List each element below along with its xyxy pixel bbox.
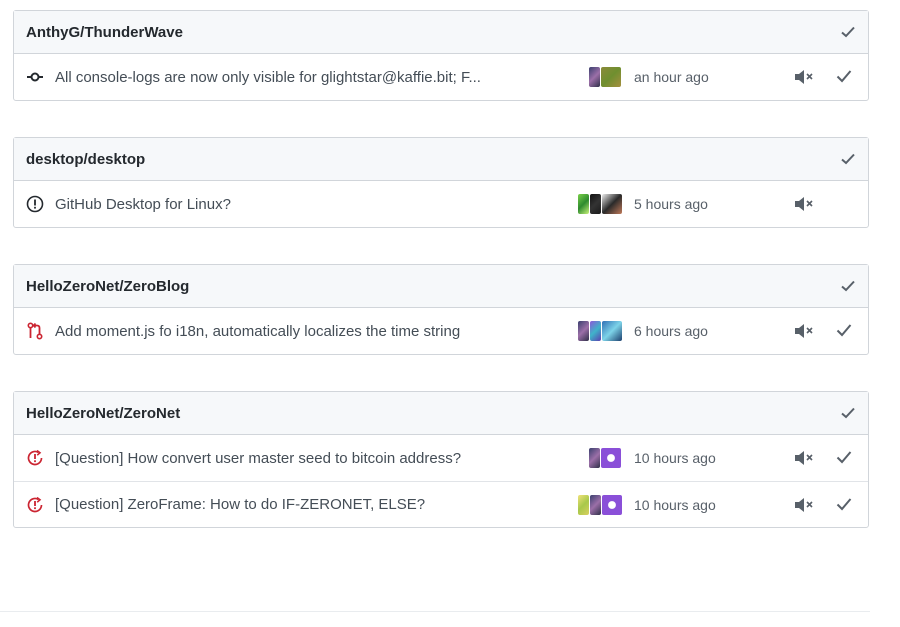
avatar[interactable]	[602, 194, 622, 214]
repo-group-thunderwave: AnthyG/ThunderWave All console-logs are …	[13, 10, 869, 101]
notification-row[interactable]: [Question] How convert user master seed …	[14, 435, 868, 481]
mark-all-read-check-icon[interactable]	[840, 24, 856, 40]
avatar[interactable]	[589, 448, 600, 468]
avatar[interactable]	[578, 194, 589, 214]
avatar[interactable]	[602, 494, 622, 515]
notification-title[interactable]: [Question] How convert user master seed …	[55, 450, 461, 467]
avatar[interactable]	[601, 67, 621, 87]
mark-done-check-icon[interactable]	[836, 497, 852, 513]
repo-name[interactable]: desktop/desktop	[26, 151, 840, 168]
issue-reopened-icon	[26, 496, 44, 514]
notification-row[interactable]: Add moment.js fo i18n, automatically loc…	[14, 308, 868, 354]
avatar[interactable]	[589, 67, 600, 87]
avatar[interactable]	[578, 494, 589, 515]
mark-done-check-icon[interactable]	[836, 323, 852, 339]
mark-done-check-icon[interactable]	[836, 450, 852, 466]
notification-title[interactable]: All console-logs are now only visible fo…	[55, 69, 481, 86]
avatar-group	[589, 67, 622, 87]
notification-row[interactable]: GitHub Desktop for Linux? 5 hours ago	[14, 181, 868, 227]
mute-icon[interactable]	[793, 195, 815, 213]
notification-title[interactable]: [Question] ZeroFrame: How to do IF-ZERON…	[55, 496, 425, 513]
repo-group-zeroblog: HelloZeroNet/ZeroBlog Add moment.js fo i…	[13, 264, 869, 355]
notification-title[interactable]: Add moment.js fo i18n, automatically loc…	[55, 323, 460, 340]
avatar-group	[578, 321, 623, 341]
mute-icon[interactable]	[793, 496, 815, 514]
issue-reopened-icon	[26, 449, 44, 467]
mute-icon[interactable]	[793, 68, 815, 86]
mute-icon[interactable]	[793, 449, 815, 467]
repo-name[interactable]: HelloZeroNet/ZeroNet	[26, 405, 840, 422]
avatar[interactable]	[590, 494, 601, 515]
repo-header: HelloZeroNet/ZeroBlog	[14, 265, 868, 308]
timestamp: an hour ago	[634, 69, 709, 85]
commit-icon	[26, 68, 44, 86]
mark-all-read-check-icon[interactable]	[840, 405, 856, 421]
avatar[interactable]	[602, 321, 622, 341]
avatar-group	[578, 194, 623, 214]
avatar[interactable]	[590, 194, 601, 214]
mark-all-read-check-icon[interactable]	[840, 278, 856, 294]
mark-all-read-check-icon[interactable]	[840, 151, 856, 167]
timestamp: 10 hours ago	[634, 496, 716, 513]
pull-request-icon	[26, 322, 44, 340]
repo-header: AnthyG/ThunderWave	[14, 11, 868, 54]
avatar[interactable]	[590, 321, 601, 341]
repo-header: HelloZeroNet/ZeroNet	[14, 392, 868, 435]
avatar[interactable]	[601, 448, 621, 468]
timestamp: 10 hours ago	[634, 450, 716, 466]
repo-name[interactable]: AnthyG/ThunderWave	[26, 24, 840, 41]
repo-group-desktop: desktop/desktop GitHub Desktop for Linux…	[13, 137, 869, 228]
notification-title[interactable]: GitHub Desktop for Linux?	[55, 196, 231, 213]
timestamp: 5 hours ago	[634, 196, 708, 212]
mute-icon[interactable]	[793, 322, 815, 340]
notification-row[interactable]: All console-logs are now only visible fo…	[14, 54, 868, 100]
timestamp: 6 hours ago	[634, 323, 708, 339]
issue-opened-icon	[26, 195, 44, 213]
repo-header: desktop/desktop	[14, 138, 868, 181]
repo-name[interactable]: HelloZeroNet/ZeroBlog	[26, 278, 840, 295]
mark-done-check-icon[interactable]	[836, 69, 852, 85]
avatar-group	[578, 494, 623, 515]
avatar[interactable]	[578, 321, 589, 341]
divider	[0, 611, 870, 612]
avatar-group	[589, 448, 622, 468]
notification-row[interactable]: [Question] ZeroFrame: How to do IF-ZERON…	[14, 481, 868, 527]
repo-group-zeronet: HelloZeroNet/ZeroNet [Question] How conv…	[13, 391, 869, 528]
